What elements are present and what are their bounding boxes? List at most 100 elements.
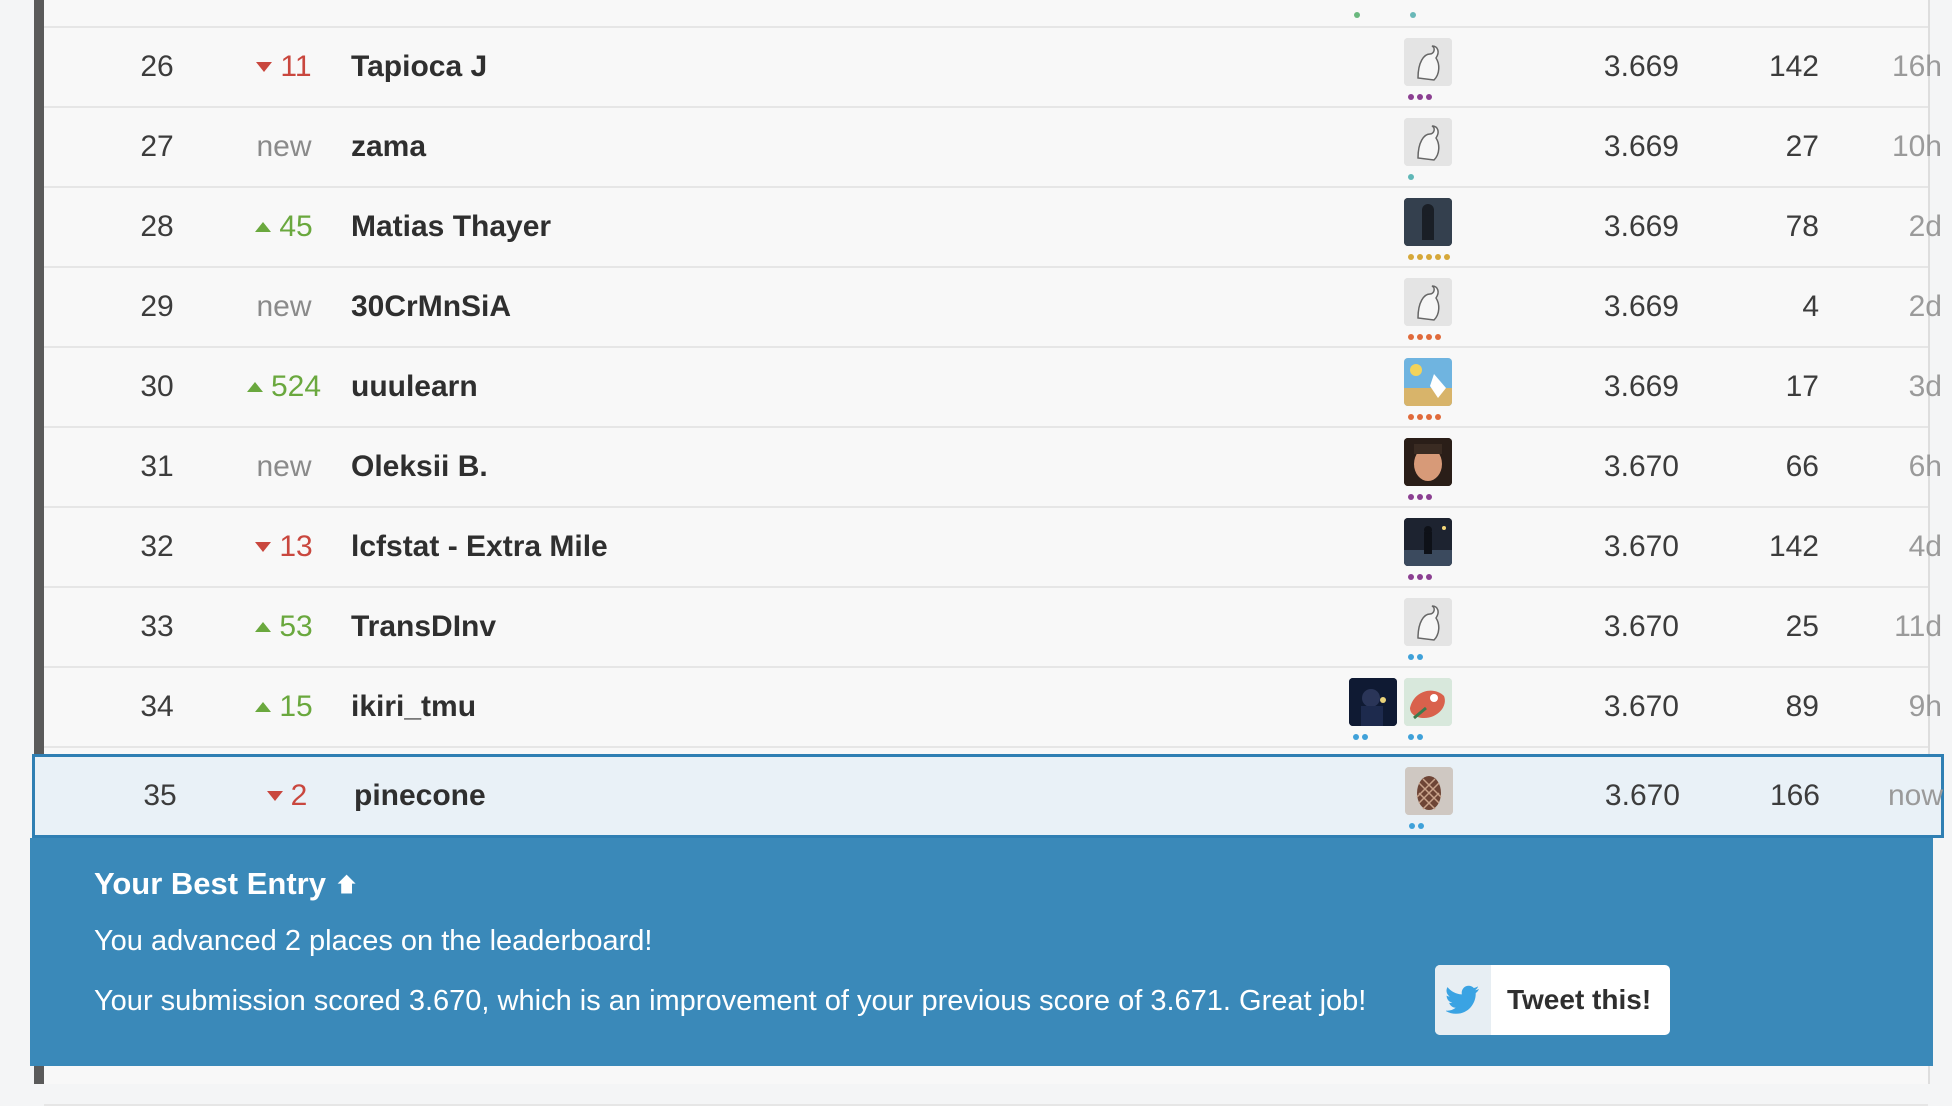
last-submission: 10h [1891, 130, 1942, 163]
entries-cell: 4 [1802, 290, 1819, 323]
score-cell: 3.670 [1603, 530, 1679, 563]
twitter-icon [1446, 985, 1479, 1014]
team-name[interactable]: 30CrMnSiA [351, 268, 511, 346]
table-row[interactable]: 32 13 lcfstat - Extra Mile 3.670 142 4d [44, 508, 1942, 588]
team-avatar[interactable] [1404, 518, 1452, 566]
team-name[interactable]: pinecone [354, 757, 486, 835]
team-avatar[interactable] [1349, 678, 1397, 726]
rank-cell: 33 [140, 610, 174, 643]
last-submission: now [1887, 779, 1943, 812]
team-name[interactable]: Oleksii B. [351, 428, 488, 506]
entries-cell: 66 [1785, 450, 1819, 483]
triangle-up-icon [255, 222, 272, 232]
rank-change: 11 [204, 28, 364, 106]
rank-cell: 30 [140, 370, 174, 403]
score-cell: 3.670 [1603, 450, 1679, 483]
last-submission: 6h [1908, 450, 1942, 483]
last-submission: 11d [1894, 610, 1942, 643]
team-name[interactable]: lcfstat - Extra Mile [351, 508, 608, 586]
tier-dots [1408, 414, 1441, 420]
rank-change: 15 [204, 668, 364, 746]
team-avatar[interactable] [1404, 598, 1452, 646]
rank-change: new [256, 130, 312, 163]
triangle-up-icon [255, 702, 272, 712]
team-name[interactable]: zama [351, 108, 426, 186]
entries-cell: 17 [1785, 370, 1819, 403]
table-row-current-team[interactable]: 35 2 pinecone 3.670 166 now [32, 754, 1944, 838]
rank-change: new [256, 450, 312, 483]
advance-message: You advanced 2 places on the leaderboard… [94, 925, 653, 957]
score-cell: 3.670 [1603, 690, 1679, 723]
entries-cell: 166 [1769, 779, 1820, 812]
team-name[interactable]: TransDInv [351, 588, 496, 666]
last-submission: 2d [1908, 290, 1942, 323]
tier-dots [1408, 654, 1423, 660]
tier-dots [1408, 174, 1414, 180]
rank-cell: 35 [143, 779, 177, 812]
team-avatar[interactable] [1404, 438, 1452, 486]
triangle-down-icon [255, 542, 272, 552]
last-submission: 4d [1908, 530, 1942, 563]
tier-dots [1408, 734, 1423, 740]
triangle-up-icon [255, 622, 272, 632]
team-avatar[interactable] [1404, 358, 1452, 406]
triangle-up-icon [246, 382, 263, 392]
rank-change: 13 [204, 508, 364, 586]
rank-cell: 31 [140, 450, 174, 483]
rank-change: 524 [204, 348, 364, 426]
score-cell: 3.669 [1603, 50, 1679, 83]
tier-dots [1408, 334, 1441, 340]
banner-title-text: Your Best Entry [94, 866, 326, 901]
tweet-button[interactable]: Tweet this! [1435, 965, 1670, 1035]
team-name[interactable]: Tapioca J [351, 28, 487, 106]
table-row[interactable]: 30 524 uuulearn 3.669 17 3d [44, 348, 1942, 428]
rank-change: 53 [204, 588, 364, 666]
rank-change: new [256, 290, 312, 323]
table-row[interactable]: 27 new zama 3.669 27 10h [44, 108, 1942, 188]
entries-cell: 25 [1785, 610, 1819, 643]
team-avatar[interactable] [1404, 678, 1452, 726]
last-submission: 3d [1908, 370, 1942, 403]
table-row[interactable]: 31 new Oleksii B. 3.670 66 6h [44, 428, 1942, 508]
entries-cell: 27 [1785, 130, 1819, 163]
score-cell: 3.670 [1603, 610, 1679, 643]
table-row[interactable]: 33 53 TransDInv 3.670 25 11d [44, 588, 1942, 668]
last-submission: 2d [1908, 210, 1942, 243]
table-row[interactable]: 26 11 Tapioca J 3.669 142 16h [44, 28, 1942, 108]
tier-dots [1409, 823, 1424, 829]
score-message: Your submission scored 3.670, which is a… [94, 985, 1367, 1017]
score-cell: 3.669 [1603, 370, 1679, 403]
tier-dots [1353, 734, 1368, 740]
tier-dots [1408, 94, 1432, 100]
team-avatar[interactable] [1405, 767, 1453, 815]
team-avatar[interactable] [1404, 118, 1452, 166]
entries-cell: 78 [1785, 210, 1819, 243]
last-submission: 9h [1908, 690, 1942, 723]
score-cell: 3.670 [1604, 779, 1680, 812]
tier-dots [1354, 12, 1360, 18]
score-cell: 3.669 [1603, 290, 1679, 323]
best-entry-banner: Your Best Entry You advanced 2 places on… [30, 838, 1933, 1066]
table-row[interactable]: 34 15 ikiri_tmu 3.670 89 9h [44, 668, 1942, 748]
rank-change: 2 [207, 757, 367, 835]
team-avatar[interactable] [1404, 38, 1452, 86]
rank-cell: 28 [140, 210, 174, 243]
team-name[interactable]: ikiri_tmu [351, 668, 476, 746]
triangle-down-icon [256, 62, 273, 72]
arrow-up-icon [337, 874, 356, 894]
entries-cell: 142 [1768, 50, 1819, 83]
tweet-label: Tweet this! [1507, 984, 1652, 1015]
last-submission: 16h [1891, 50, 1942, 83]
team-name[interactable]: uuulearn [351, 348, 478, 426]
rank-cell: 34 [140, 690, 174, 723]
table-row[interactable]: 29 new 30CrMnSiA 3.669 4 2d [44, 268, 1942, 348]
score-cell: 3.669 [1603, 130, 1679, 163]
entries-cell: 89 [1785, 690, 1819, 723]
entries-cell: 142 [1768, 530, 1819, 563]
rank-change: 45 [204, 188, 364, 266]
table-row[interactable]: 28 45 Matias Thayer 3.669 78 2d [44, 188, 1942, 268]
team-name[interactable]: Matias Thayer [351, 188, 551, 266]
tier-dots [1408, 574, 1432, 580]
team-avatar[interactable] [1404, 198, 1452, 246]
team-avatar[interactable] [1404, 278, 1452, 326]
